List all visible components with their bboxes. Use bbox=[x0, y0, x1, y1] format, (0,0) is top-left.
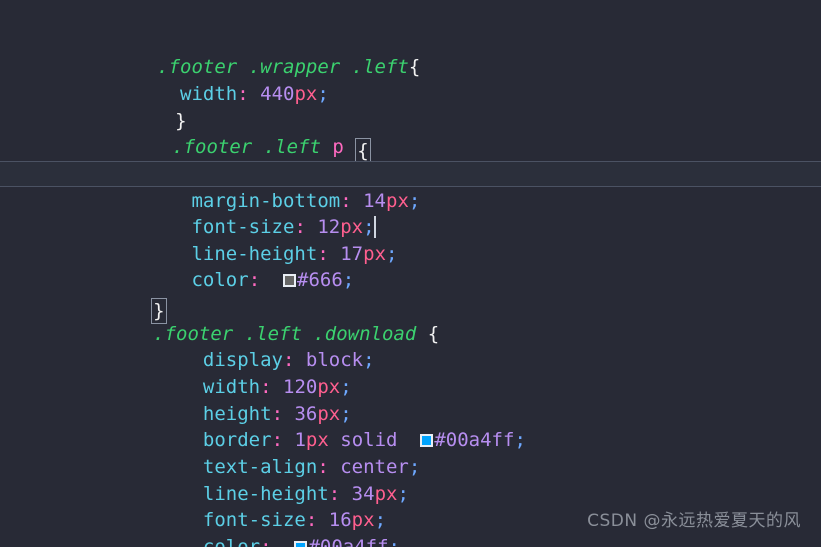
code-line[interactable]: text-align: center; bbox=[0, 401, 821, 478]
css-hex-color: #00a4ff bbox=[308, 535, 389, 547]
code-line[interactable]: } bbox=[0, 241, 821, 325]
code-line[interactable]: .footer .wrapper .left{ bbox=[0, 1, 821, 78]
csdn-watermark: CSDN @永远热爱夏天的风 bbox=[587, 511, 801, 532]
code-line[interactable]: display: block; bbox=[0, 294, 821, 371]
code-line[interactable]: line-height: 17px; bbox=[0, 187, 821, 265]
code-line[interactable]: .footer .left p { bbox=[0, 81, 821, 165]
semicolon: ; bbox=[388, 535, 400, 547]
code-line[interactable]: font-size: 16px; bbox=[0, 454, 821, 531]
css-property: color bbox=[202, 535, 261, 547]
code-line[interactable]: width: 120px; bbox=[0, 321, 821, 398]
code-line[interactable]: border: 1px solid #00a4ff; bbox=[0, 374, 821, 451]
code-line[interactable]: color: #666; bbox=[0, 214, 821, 291]
code-line[interactable]: margin-bottom: 14px; bbox=[0, 134, 821, 212]
code-line[interactable]: height: 36px; bbox=[0, 347, 821, 425]
colon: : bbox=[260, 535, 272, 547]
code-line[interactable]: margin-top: 24px; bbox=[0, 108, 821, 185]
code-line-active[interactable]: font-size: 12px; bbox=[0, 160, 821, 239]
code-line[interactable]: } bbox=[0, 54, 821, 132]
code-line[interactable]: line-height: 34px; bbox=[0, 427, 821, 505]
code-content[interactable]: .footer .wrapper .left{ width: 440px; } … bbox=[0, 0, 821, 547]
code-editor-surface[interactable]: .footer .wrapper .left{ width: 440px; } … bbox=[0, 0, 821, 547]
code-line[interactable]: .footer .left .download { bbox=[0, 267, 821, 345]
code-line[interactable]: color: #00a4ff; bbox=[0, 481, 821, 547]
code-line[interactable]: width: 440px; bbox=[0, 28, 821, 105]
color-swatch-icon[interactable] bbox=[294, 540, 308, 547]
